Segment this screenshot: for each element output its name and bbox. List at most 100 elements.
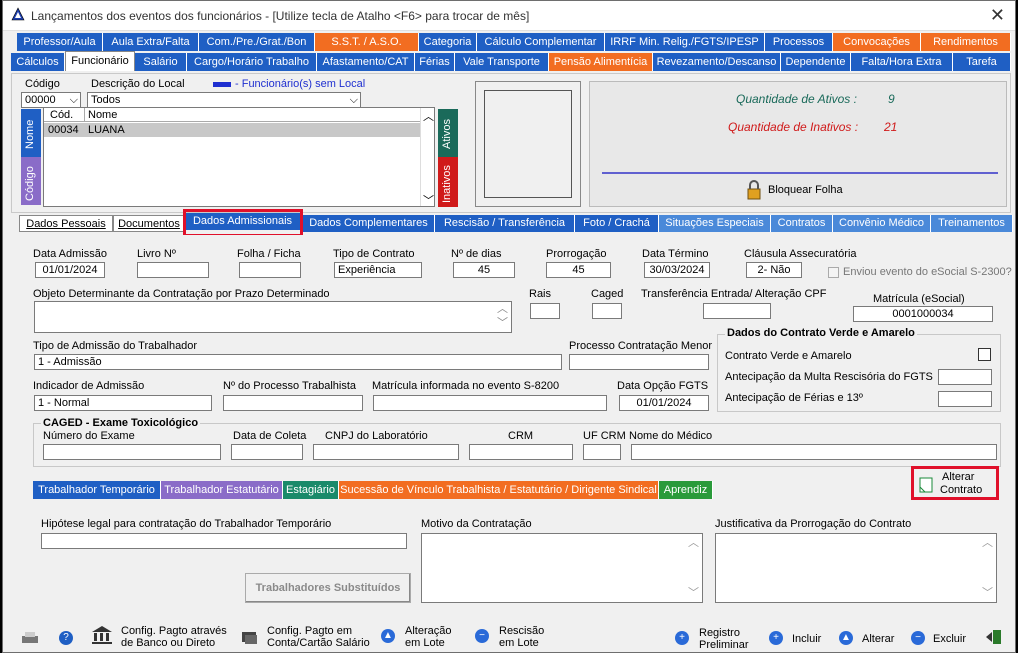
transferencia-input[interactable] [703, 303, 771, 319]
tab-c-lculo-complementar[interactable]: Cálculo Complementar [477, 33, 605, 51]
motivo-textarea[interactable]: ︿ ﹀ [421, 533, 703, 603]
matricula-s8200-input[interactable] [373, 395, 607, 411]
trabalhadores-substituidos-button[interactable]: Trabalhadores Substituídos [245, 573, 411, 603]
side-tab-nome[interactable]: Nome [21, 109, 41, 157]
tab-irrf-min-relig-fgts-ipesp[interactable]: IRRF Min. Relig./FGTS/IPESP [605, 33, 765, 51]
indicador-input[interactable]: 1 - Normal [34, 395, 212, 411]
caged-input[interactable] [592, 303, 622, 319]
table-row[interactable]: 00034 LUANA [44, 123, 420, 137]
processo-menor-input[interactable] [569, 354, 709, 370]
tab-f-rias[interactable]: Férias [415, 53, 455, 71]
data-fgts-input[interactable]: 01/01/2024 [619, 395, 709, 411]
codigo-select[interactable]: 00000 ⌵ [21, 92, 81, 108]
tab-sal-rio[interactable]: Salário [135, 53, 187, 71]
hipotese-input[interactable] [41, 533, 407, 549]
alterar-button[interactable]: Alterar [862, 633, 894, 645]
plus-circle-icon[interactable]: + [675, 631, 689, 645]
tab-rendimentos[interactable]: Rendimentos [921, 33, 1011, 51]
rais-input[interactable] [530, 303, 560, 319]
tab-aprendiz[interactable]: Aprendiz [659, 481, 713, 499]
plus-circle-icon[interactable]: + [769, 631, 783, 645]
cfg-banco-button[interactable]: Config. Pagto através de Banco ou Direto [121, 625, 227, 649]
minus-circle-icon[interactable]: − [911, 631, 925, 645]
tab-s-s-t-a-s-o-[interactable]: S.S.T. / A.S.O. [315, 33, 419, 51]
tab-categoria[interactable]: Categoria [419, 33, 477, 51]
subtab-documentos[interactable]: Documentos [113, 215, 185, 232]
exit-door-icon[interactable] [985, 629, 1003, 645]
alterar-contrato-button[interactable]: Alterar Contrato [911, 466, 999, 500]
list-scrollbar[interactable]: ︿ ﹀ [420, 108, 434, 207]
card-icon[interactable] [241, 629, 259, 645]
tab-processos[interactable]: Processos [765, 33, 833, 51]
antecip-ferias-input[interactable] [938, 391, 992, 407]
crm-input[interactable] [469, 444, 573, 460]
tab-aula-extra-falta[interactable]: Aula Extra/Falta [103, 33, 199, 51]
tab-ativos[interactable]: Ativos [438, 109, 458, 157]
bank-icon[interactable] [91, 625, 113, 645]
dias-input[interactable]: 45 [453, 262, 515, 278]
tab-trabalhador-tempor-rio[interactable]: Trabalhador Temporário [33, 481, 161, 499]
uf-crm-input[interactable] [583, 444, 621, 460]
close-icon[interactable]: ✕ [990, 5, 1005, 26]
tipo-admissao-input[interactable]: 1 - Admissão [34, 354, 562, 370]
tab-cargo-hor-rio-trabalho[interactable]: Cargo/Horário Trabalho [187, 53, 317, 71]
rescisao-lote-button[interactable]: Rescisão em Lote [499, 625, 544, 649]
alteracao-lote-button[interactable]: Alteração em Lote [405, 625, 451, 649]
tab-trabalhador-estatut-rio[interactable]: Trabalhador Estatutário [161, 481, 283, 499]
folha-input[interactable] [239, 262, 301, 278]
arrow-up-circle-icon[interactable]: ▲ [381, 629, 395, 643]
excluir-button[interactable]: Excluir [933, 633, 966, 645]
tab-pens-o-aliment-cia[interactable]: Pensão Alimentícia [549, 53, 653, 71]
clausula-input[interactable]: 2- Não [746, 262, 802, 278]
tab-funcion-rio[interactable]: Funcionário [65, 51, 135, 71]
tipo-contrato-input[interactable]: Experiência [334, 262, 422, 278]
subtab-foto-crach-[interactable]: Foto / Crachá [575, 215, 659, 232]
data-termino-input[interactable]: 30/03/2024 [644, 262, 710, 278]
livro-input[interactable] [137, 262, 209, 278]
num-processo-input[interactable] [223, 395, 363, 411]
antecip-multa-input[interactable] [938, 369, 992, 385]
side-tab-codigo[interactable]: Código [21, 157, 41, 205]
printer-icon[interactable] [21, 631, 39, 645]
tab-revezamento-descanso[interactable]: Revezamento/Descanso [653, 53, 781, 71]
tab-c-lculos[interactable]: Cálculos [11, 53, 65, 71]
tab-inativos[interactable]: Inativos [438, 157, 458, 207]
col-nome-header[interactable]: Nome [88, 109, 117, 121]
prorrogacao-input[interactable]: 45 [546, 262, 611, 278]
col-cod-header[interactable]: Cód. [50, 109, 73, 121]
arrow-up-circle-icon[interactable]: ▲ [839, 631, 853, 645]
tab-convoca-es[interactable]: Convocações [833, 33, 921, 51]
help-icon[interactable]: ? [59, 631, 73, 645]
matricula-input[interactable]: 0001000034 [853, 306, 993, 322]
esocial-checkbox[interactable] [828, 267, 839, 278]
employee-list[interactable]: Cód. Nome 00034 LUANA ︿ ﹀ [43, 107, 435, 207]
objeto-textarea[interactable]: ︿ ﹀ [34, 301, 512, 333]
subtab-rescis-o-transfer-ncia[interactable]: Rescisão / Transferência [435, 215, 575, 232]
subtab-situa-es-especiais[interactable]: Situações Especiais [659, 215, 771, 232]
tab-professor-aula[interactable]: Professor/Aula [17, 33, 103, 51]
tab-afastamento-cat[interactable]: Afastamento/CAT [317, 53, 415, 71]
subtab-conv-nio-m-dico[interactable]: Convênio Médico [833, 215, 931, 232]
descricao-select[interactable]: Todos ⌵ [87, 92, 361, 108]
subtab-dados-complementares[interactable]: Dados Complementares [303, 215, 435, 232]
cfg-conta-button[interactable]: Config. Pagto em Conta/Cartão Salário [267, 625, 370, 649]
subtab-contratos[interactable]: Contratos [771, 215, 833, 232]
cnpj-lab-input[interactable] [313, 444, 459, 460]
registro-preliminar-button[interactable]: Registro Preliminar [699, 627, 749, 651]
tab-estagi-rio[interactable]: Estagiário [283, 481, 339, 499]
verde-checkbox[interactable] [978, 348, 991, 361]
tab-com-pre-grat-bon[interactable]: Com./Pre./Grat./Bon [199, 33, 315, 51]
justificativa-textarea[interactable]: ︿ ﹀ [715, 533, 997, 603]
tab-falta-hora-extra[interactable]: Falta/Hora Extra [851, 53, 953, 71]
minus-circle-icon[interactable]: − [475, 629, 489, 643]
subtab-dados-pessoais[interactable]: Dados Pessoais [19, 215, 113, 232]
tab-vale-transporte[interactable]: Vale Transporte [455, 53, 549, 71]
data-admissao-input[interactable]: 01/01/2024 [35, 262, 105, 278]
subtab-treinamentos[interactable]: Treinamentos [931, 215, 1013, 232]
tab-sucess-o-de-v-nculo-trabalhista-estatut-[interactable]: Sucessão de Vínculo Trabalhista / Estatu… [339, 481, 659, 499]
nome-medico-input[interactable] [631, 444, 997, 460]
tab-tarefa[interactable]: Tarefa [953, 53, 1011, 71]
tab-dependente[interactable]: Dependente [781, 53, 851, 71]
bloquear-folha-button[interactable]: Bloquear Folha [768, 184, 843, 196]
incluir-button[interactable]: Incluir [792, 633, 821, 645]
